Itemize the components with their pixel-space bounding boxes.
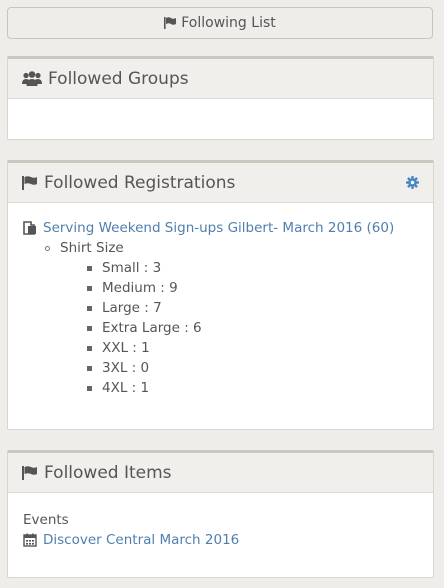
square-bullet	[87, 305, 92, 311]
answer-label: 4XL : 1	[102, 380, 150, 396]
answer-item: Small : 3	[23, 258, 418, 278]
question-item: Shirt Size	[23, 238, 418, 258]
answer-label: XXL : 1	[102, 340, 150, 356]
flag-icon	[22, 175, 38, 190]
answer-label: Large : 7	[102, 300, 162, 316]
following-list-button[interactable]: Following List	[7, 7, 433, 39]
followed-groups-title: Followed Groups	[48, 68, 189, 89]
answer-label: Small : 3	[102, 260, 162, 276]
answer-label: Medium : 9	[102, 280, 178, 296]
square-bullet	[87, 345, 92, 351]
clipboard-icon	[23, 221, 37, 235]
registration-link[interactable]: Serving Weekend Sign-ups Gilbert- March …	[43, 220, 394, 236]
followed-items-heading: Followed Items	[8, 453, 433, 493]
flag-icon	[164, 17, 177, 29]
answer-item: 4XL : 1	[23, 378, 418, 398]
followed-registrations-panel: Followed Registrations Serving Weekend S…	[7, 160, 434, 430]
answer-item: XXL : 1	[23, 338, 418, 358]
circle-bullet	[45, 245, 50, 251]
followed-registrations-heading: Followed Registrations	[8, 163, 433, 203]
followed-items-title: Followed Items	[44, 462, 172, 483]
event-link[interactable]: Discover Central March 2016	[43, 532, 239, 548]
event-row: Discover Central March 2016	[23, 530, 418, 550]
followed-groups-body	[8, 99, 433, 127]
answer-item: Large : 7	[23, 298, 418, 318]
square-bullet	[87, 325, 92, 331]
answer-label: Extra Large : 6	[102, 320, 202, 336]
followed-groups-panel: Followed Groups	[7, 56, 434, 140]
answer-item: Extra Large : 6	[23, 318, 418, 338]
followed-items-body: Events Discover Central March 2016	[8, 493, 433, 564]
answer-label: 3XL : 0	[102, 360, 150, 376]
answer-item: Medium : 9	[23, 278, 418, 298]
followed-registrations-title: Followed Registrations	[44, 172, 236, 193]
square-bullet	[87, 265, 92, 271]
registration-row: Serving Weekend Sign-ups Gilbert- March …	[23, 218, 418, 238]
followed-items-panel: Followed Items Events Discover Central M…	[7, 450, 434, 578]
square-bullet	[87, 365, 92, 371]
followed-registrations-body: Serving Weekend Sign-ups Gilbert- March …	[8, 203, 433, 412]
followed-groups-heading: Followed Groups	[8, 59, 433, 99]
following-list-label: Following List	[181, 15, 276, 31]
users-icon	[22, 71, 42, 86]
gear-icon[interactable]	[406, 176, 419, 189]
flag-icon	[22, 465, 38, 480]
question-label: Shirt Size	[60, 240, 124, 256]
square-bullet	[87, 285, 92, 291]
category-heading: Events	[23, 510, 418, 530]
calendar-icon	[23, 533, 37, 547]
square-bullet	[87, 385, 92, 391]
answer-item: 3XL : 0	[23, 358, 418, 378]
category-label: Events	[23, 512, 69, 528]
